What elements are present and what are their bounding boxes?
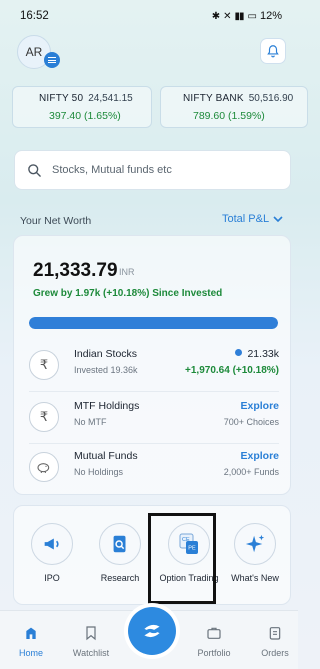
allocation-bar-fill bbox=[29, 317, 278, 329]
total-pl-label: Total P&L bbox=[222, 213, 270, 225]
divider bbox=[29, 443, 279, 444]
holding-title: Indian Stocks bbox=[74, 348, 138, 360]
signal-icon: ▮▮ bbox=[234, 10, 245, 22]
holding-row-mtf[interactable]: ₹ MTF Holdings No MTF Explore 700+ Choic… bbox=[29, 398, 279, 438]
nav-portfolio[interactable]: Portfolio bbox=[188, 625, 240, 658]
search-icon bbox=[28, 163, 41, 177]
home-icon bbox=[26, 627, 36, 639]
status-time: 16:52 bbox=[20, 10, 49, 22]
allocation-bar bbox=[29, 317, 278, 329]
menu-icon[interactable] bbox=[44, 52, 60, 68]
holding-sub: No MTF bbox=[74, 417, 107, 427]
avatar-initials: AR bbox=[25, 45, 43, 59]
app-logo-icon bbox=[144, 624, 160, 638]
total-pl-dropdown[interactable]: Total P&L bbox=[222, 213, 283, 225]
highlight-box bbox=[148, 513, 216, 604]
mute-icon: ✕ bbox=[223, 10, 231, 22]
quick-action-ipo[interactable]: IPO bbox=[22, 523, 82, 584]
net-worth-card: 21,333.79 INR Grew by 1.97k (+10.18%) Si… bbox=[13, 235, 291, 495]
holding-row-mutual-funds[interactable]: Mutual Funds No Holdings Explore 2,000+ … bbox=[29, 448, 279, 488]
search-bar[interactable] bbox=[14, 150, 291, 190]
status-bar: 16:52 ✱ ✕ ▮▮ ▭ 12% bbox=[0, 0, 298, 32]
holding-choices: 2,000+ Funds bbox=[223, 467, 279, 477]
battery-icon: ▭ bbox=[247, 10, 258, 22]
chevron-down-icon bbox=[273, 216, 283, 223]
search-input[interactable] bbox=[52, 164, 252, 176]
quick-action-label: Research bbox=[100, 573, 140, 583]
briefcase-icon bbox=[207, 627, 221, 639]
clipboard-icon bbox=[269, 627, 281, 640]
holding-title: Mutual Funds bbox=[74, 450, 138, 462]
holding-title: MTF Holdings bbox=[74, 400, 140, 412]
nav-label: Portfolio bbox=[197, 648, 231, 658]
nav-label: Home bbox=[18, 648, 43, 658]
nav-label: Watchlist bbox=[72, 648, 110, 658]
megaphone-icon bbox=[31, 523, 73, 565]
mtf-icon: ₹ bbox=[29, 402, 59, 432]
holding-sub: Invested 19.36k bbox=[74, 365, 138, 375]
battery-level: 12% bbox=[259, 10, 282, 22]
quick-action-label: What's New bbox=[231, 573, 279, 583]
trade-fab-button[interactable] bbox=[128, 607, 176, 655]
holding-sub: No Holdings bbox=[74, 467, 124, 477]
status-icons: ✱ ✕ ▮▮ ▭ 12% bbox=[212, 10, 282, 22]
quick-action-research[interactable]: Research bbox=[90, 523, 150, 584]
net-worth-unit: INR bbox=[119, 267, 135, 277]
index-change: 789.60 (1.59%) bbox=[193, 110, 265, 122]
nav-home[interactable]: Home bbox=[5, 625, 57, 658]
divider bbox=[29, 391, 279, 392]
bell-icon bbox=[267, 45, 279, 58]
index-name: NIFTY BANK bbox=[183, 93, 244, 104]
explore-link[interactable]: Explore bbox=[240, 400, 279, 412]
holding-pl: +1,970.64 (+10.18%) bbox=[185, 365, 279, 376]
piggy-bank-icon bbox=[29, 452, 59, 482]
index-card-nifty50[interactable]: NIFTY 50 24,541.15 397.40 (1.65%) bbox=[12, 86, 152, 128]
holding-row-indian-stocks[interactable]: ₹ Indian Stocks Invested 19.36k 21.33k +… bbox=[29, 346, 279, 386]
net-worth-growth: Grew by 1.97k (+10.18%) Since Invested bbox=[33, 288, 223, 299]
rupee-icon: ₹ bbox=[29, 350, 59, 380]
net-worth-label: Your Net Worth bbox=[20, 215, 92, 227]
holding-choices: 700+ Choices bbox=[223, 417, 279, 427]
explore-link[interactable]: Explore bbox=[240, 450, 279, 462]
index-price: 50,516.90 bbox=[248, 93, 294, 104]
net-worth-value: 21,333.79 bbox=[33, 260, 118, 281]
holding-value: 21.33k bbox=[235, 348, 279, 360]
sparkle-icon bbox=[234, 523, 276, 565]
quick-action-whats-new[interactable]: What's New bbox=[225, 523, 285, 584]
index-change: 397.40 (1.65%) bbox=[49, 110, 121, 122]
research-icon bbox=[99, 523, 141, 565]
bluetooth-icon: ✱ bbox=[211, 10, 220, 22]
nav-orders[interactable]: Orders bbox=[249, 625, 301, 658]
index-name: NIFTY 50 bbox=[39, 93, 84, 104]
series-dot bbox=[235, 349, 243, 356]
notifications-button[interactable] bbox=[260, 38, 286, 64]
bookmark-icon bbox=[86, 626, 96, 641]
index-price: 24,541.15 bbox=[88, 93, 133, 104]
index-card-niftybank[interactable]: NIFTY BANK 50,516.90 789.60 (1.59%) bbox=[160, 86, 308, 128]
nav-watchlist[interactable]: Watchlist bbox=[65, 625, 117, 658]
nav-label: Orders bbox=[261, 648, 289, 658]
quick-action-label: IPO bbox=[44, 573, 60, 583]
